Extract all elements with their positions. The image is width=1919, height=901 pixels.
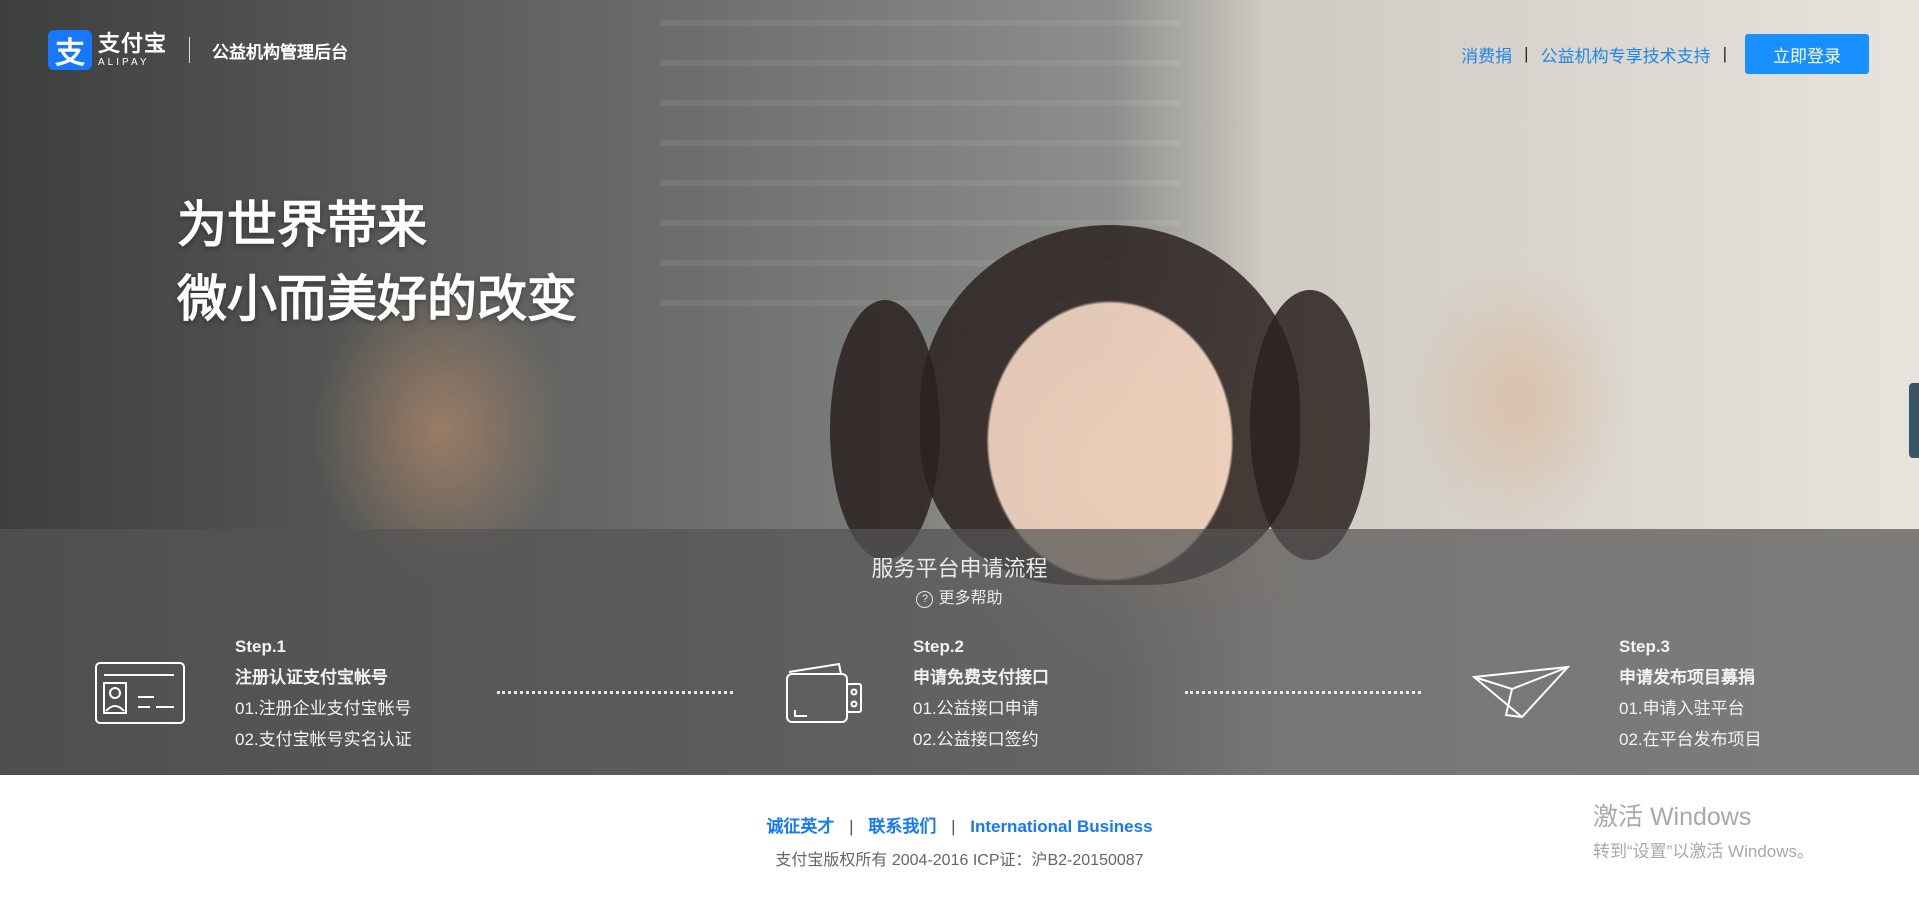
watermark-line-1: 激活 Windows bbox=[1593, 803, 1752, 831]
nav-separator: | bbox=[1524, 44, 1529, 63]
step-3-label: Step.3 bbox=[1619, 637, 1671, 656]
footer-link-careers[interactable]: 诚征英才 bbox=[766, 817, 834, 836]
step-2-title: 申请免费支付接口 bbox=[913, 668, 1049, 687]
logo-divider bbox=[189, 37, 191, 63]
nav-separator: | bbox=[1722, 44, 1727, 63]
step-3-item-2: 02.在平台发布项目 bbox=[1619, 730, 1762, 749]
nav-link-tech-support[interactable]: 公益机构专享技术支持 bbox=[1541, 42, 1711, 67]
site-subtitle: 公益机构管理后台 bbox=[212, 42, 349, 62]
wallet-icon bbox=[783, 660, 865, 731]
windows-activation-watermark: 激活 Windows 转到“设置”以激活 Windows。 bbox=[1593, 797, 1814, 862]
top-navigation: 消费捐 | 公益机构专享技术支持 | 立即登录 bbox=[1461, 34, 1869, 74]
footer-separator: | bbox=[849, 817, 854, 836]
site-logo[interactable]: 支 支付宝 ALIPAY 公益机构管理后台 bbox=[48, 30, 348, 70]
slogan-line-2: 微小而美好的改变 bbox=[177, 271, 577, 327]
step-connector-2 bbox=[1185, 691, 1421, 694]
footer-separator: | bbox=[951, 817, 956, 836]
step-3-title: 申请发布项目募捐 bbox=[1619, 668, 1755, 687]
slogan-line-1: 为世界带来 bbox=[177, 197, 427, 253]
logo-en-text: ALIPAY bbox=[98, 56, 150, 68]
logo-cn-text: 支付宝 bbox=[98, 30, 168, 56]
step-3: Step.3 申请发布项目募捐 01.申请入驻平台 02.在平台发布项目 bbox=[1619, 631, 1762, 755]
footer-link-international[interactable]: International Business bbox=[970, 817, 1152, 836]
footer-link-contact[interactable]: 联系我们 bbox=[868, 817, 936, 836]
side-float-widget[interactable] bbox=[1909, 383, 1919, 458]
step-2-label: Step.2 bbox=[913, 637, 965, 656]
step-2: Step.2 申请免费支付接口 01.公益接口申请 02.公益接口签约 bbox=[913, 631, 1049, 755]
step-2-item-2: 02.公益接口签约 bbox=[913, 730, 1039, 749]
step-1-item-2: 02.支付宝帐号实名认证 bbox=[235, 730, 412, 749]
id-card-icon bbox=[94, 661, 186, 730]
process-title: 服务平台申请流程 bbox=[871, 556, 1048, 581]
step-3-item-1: 01.申请入驻平台 bbox=[1619, 699, 1745, 718]
step-1: Step.1 注册认证支付宝帐号 01.注册企业支付宝帐号 02.支付宝帐号实名… bbox=[235, 631, 412, 755]
step-1-item-1: 01.注册企业支付宝帐号 bbox=[235, 699, 412, 718]
alipay-logo-icon: 支 bbox=[48, 30, 92, 70]
step-connector-1 bbox=[497, 691, 733, 694]
watermark-line-2: 转到“设置”以激活 Windows。 bbox=[1593, 842, 1815, 861]
help-circle-icon: ? bbox=[916, 591, 934, 608]
more-help-label: 更多帮助 bbox=[938, 590, 1003, 607]
hero-slogan: 为世界带来 微小而美好的改变 bbox=[177, 188, 577, 336]
login-button[interactable]: 立即登录 bbox=[1745, 34, 1869, 74]
step-1-title: 注册认证支付宝帐号 bbox=[235, 668, 388, 687]
more-help-link[interactable]: ? 更多帮助 bbox=[0, 584, 1919, 608]
step-1-label: Step.1 bbox=[235, 637, 287, 656]
nav-link-consumption-donation[interactable]: 消费捐 bbox=[1461, 42, 1512, 67]
step-2-item-1: 01.公益接口申请 bbox=[913, 699, 1039, 718]
paper-plane-icon bbox=[1471, 663, 1571, 724]
logo-wordmark: 支付宝 ALIPAY bbox=[98, 30, 168, 68]
